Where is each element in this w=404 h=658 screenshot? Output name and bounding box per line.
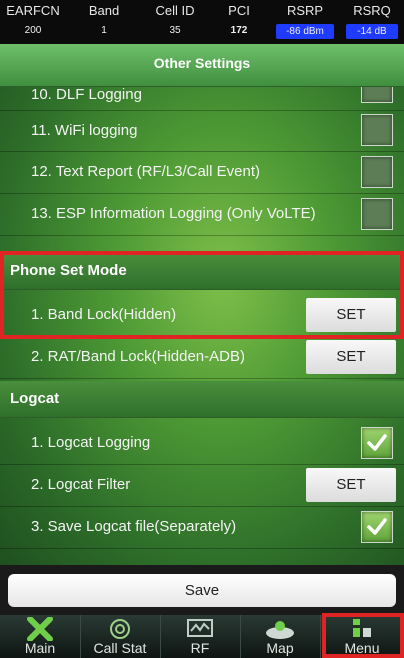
call-stat-icon [80, 617, 160, 641]
setting-label: 12. Text Report (RF/L3/Call Event) [31, 163, 260, 180]
setting-row-dlf-logging[interactable]: 10. DLF Logging [0, 87, 404, 111]
setting-label: 2. Logcat Filter [31, 476, 131, 493]
setting-row-band-lock[interactable]: 1. Band Lock(Hidden) SET [0, 294, 404, 337]
section-title: Logcat [10, 390, 60, 407]
section-phone-set-mode: Phone Set Mode [0, 253, 404, 290]
settings-list[interactable]: 10. DLF Logging 11. WiFi logging 12. Tex… [0, 87, 404, 565]
nav-label: RF [190, 640, 210, 656]
check-icon [367, 518, 387, 535]
status-value: 172 [230, 25, 248, 36]
status-band: Band 1 [78, 0, 130, 44]
status-rsrp: RSRP -86 dBm [272, 0, 338, 44]
save-bar: Save [0, 565, 404, 615]
status-label: RSRQ [353, 3, 391, 18]
setting-label: 1. Band Lock(Hidden) [31, 306, 177, 323]
setting-label: 10. DLF Logging [31, 87, 142, 103]
section-logcat: Logcat [0, 381, 404, 418]
setting-row-logcat-filter[interactable]: 2. Logcat Filter SET [0, 464, 404, 507]
section-title: Phone Set Mode [10, 262, 127, 279]
esp-logging-checkbox[interactable] [361, 198, 393, 230]
status-value: 1 [101, 25, 107, 36]
status-earfcn: EARFCN 200 [4, 0, 62, 44]
dlf-logging-checkbox[interactable] [361, 87, 393, 103]
nav-item-menu[interactable]: Menu [320, 615, 404, 658]
nav-item-rf[interactable]: RF [160, 615, 241, 658]
status-label: Cell ID [155, 3, 195, 18]
band-lock-set-button[interactable]: SET [306, 298, 396, 332]
setting-row-save-logcat[interactable]: 3. Save Logcat file(Separately) [0, 506, 404, 549]
bottom-nav: Main Call Stat RF Map Menu [0, 613, 404, 658]
map-icon [240, 617, 320, 641]
menu-icon [320, 617, 404, 641]
status-bar: EARFCN 200 Band 1 Cell ID 35 PCI 172 RSR… [0, 0, 404, 44]
setting-label: 2. RAT/Band Lock(Hidden-ADB) [31, 348, 245, 365]
x-logo-icon [0, 616, 80, 642]
status-value: 35 [169, 25, 181, 36]
rat-band-lock-set-button[interactable]: SET [306, 340, 396, 374]
text-report-checkbox[interactable] [361, 156, 393, 188]
save-logcat-checkbox[interactable] [361, 511, 393, 543]
rf-graph-icon [160, 617, 240, 641]
setting-label: 11. WiFi logging [31, 122, 138, 139]
nav-label: Menu [344, 640, 380, 656]
check-icon [367, 434, 387, 451]
setting-label: 3. Save Logcat file(Separately) [31, 518, 237, 535]
setting-row-text-report[interactable]: 12. Text Report (RF/L3/Call Event) [0, 151, 404, 194]
setting-label: 13. ESP Information Logging (Only VoLTE) [31, 205, 316, 222]
nav-item-map[interactable]: Map [240, 615, 321, 658]
setting-row-wifi-logging[interactable]: 11. WiFi logging [0, 110, 404, 152]
status-value: -14 dB [346, 24, 398, 39]
nav-item-call-stat[interactable]: Call Stat [80, 615, 161, 658]
save-button[interactable]: Save [8, 574, 396, 607]
logcat-logging-checkbox[interactable] [361, 427, 393, 459]
status-rsrq: RSRQ -14 dB [342, 0, 402, 44]
nav-label: Main [24, 640, 56, 656]
nav-label: Call Stat [93, 640, 147, 656]
status-label: RSRP [286, 3, 324, 18]
page-header: Other Settings [0, 44, 404, 87]
status-cell-id: Cell ID 35 [146, 0, 204, 44]
status-pci: PCI 172 [214, 0, 264, 44]
status-label: PCI [228, 3, 250, 18]
setting-row-esp-logging[interactable]: 13. ESP Information Logging (Only VoLTE) [0, 193, 404, 236]
status-value: -86 dBm [276, 24, 334, 39]
setting-label: 1. Logcat Logging [31, 434, 151, 451]
status-label: Band [88, 3, 120, 18]
setting-row-rat-band-lock[interactable]: 2. RAT/Band Lock(Hidden-ADB) SET [0, 336, 404, 379]
wifi-logging-checkbox[interactable] [361, 114, 393, 146]
setting-row-logcat-logging[interactable]: 1. Logcat Logging [0, 422, 404, 465]
status-label: EARFCN [6, 3, 60, 18]
nav-item-main[interactable]: Main [0, 615, 81, 658]
page-title: Other Settings [153, 55, 251, 71]
logcat-filter-set-button[interactable]: SET [306, 468, 396, 502]
status-value: 200 [24, 25, 42, 36]
nav-label: Map [266, 640, 294, 656]
